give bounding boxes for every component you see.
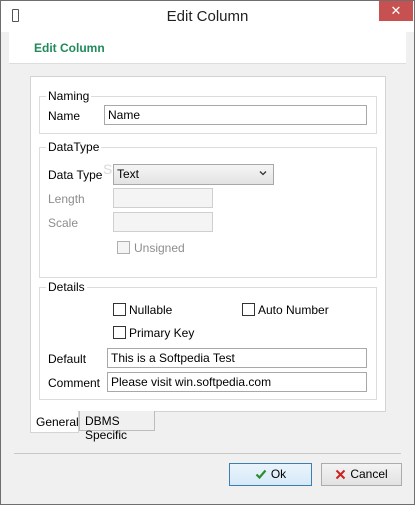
name-label: Name [48, 109, 81, 123]
name-input[interactable]: Name [104, 105, 367, 125]
scale-label: Scale [48, 216, 79, 230]
default-input[interactable]: This is a Softpedia Test [107, 348, 367, 368]
tab-dbms-specific[interactable]: DBMS Specific [79, 411, 155, 442]
tab-general[interactable]: General [30, 411, 79, 433]
edit-column-window: Edit Column ✕ Edit Column Naming Name Na… [0, 0, 415, 505]
close-icon: ✕ [390, 3, 402, 18]
ok-button[interactable]: Ok [229, 463, 312, 486]
close-button[interactable]: ✕ [379, 1, 413, 21]
auto-number-label: Auto Number [258, 303, 329, 317]
title-bar[interactable]: Edit Column ✕ [1, 1, 414, 32]
ok-label: Ok [270, 467, 287, 481]
length-label: Length [48, 192, 85, 206]
length-input[interactable] [113, 188, 213, 208]
primary-key-checkbox[interactable] [113, 326, 126, 339]
check-icon [255, 469, 267, 480]
nullable-checkbox[interactable] [113, 303, 126, 316]
default-label: Default [48, 352, 87, 366]
dialog-heading: Edit Column [34, 41, 105, 55]
data-type-label: Data Type [48, 168, 103, 182]
data-type-value: Text [117, 167, 140, 181]
naming-legend: Naming [46, 89, 92, 103]
data-type-select[interactable]: Text [113, 164, 274, 185]
comment-label: Comment [48, 376, 101, 390]
auto-number-checkbox[interactable] [242, 303, 255, 316]
details-legend: Details [46, 280, 87, 294]
x-icon [336, 469, 346, 480]
cancel-button[interactable]: Cancel [321, 463, 402, 486]
comment-input[interactable]: Please visit win.softpedia.com [107, 372, 367, 392]
scale-input[interactable] [113, 212, 213, 232]
dialog-header: Edit Column [9, 32, 406, 64]
tab-dbms-specific-label: DBMS Specific [85, 414, 128, 442]
unsigned-label: Unsigned [134, 241, 185, 255]
footer-separator [14, 453, 401, 454]
nullable-label: Nullable [129, 303, 173, 317]
cancel-label: Cancel [350, 467, 388, 481]
datatype-legend: DataType [46, 140, 102, 154]
chevron-down-icon [259, 171, 267, 176]
window-title: Edit Column [166, 8, 249, 25]
primary-key-label: Primary Key [129, 326, 195, 340]
tab-general-label: General [36, 415, 79, 429]
unsigned-checkbox[interactable] [117, 241, 130, 254]
general-tab-panel: Naming Name Name DataType SOFTPEDIA Data… [30, 76, 386, 412]
